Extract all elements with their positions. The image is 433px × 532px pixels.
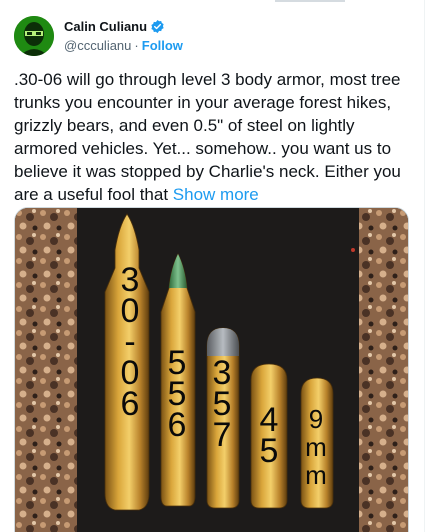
timeline-border — [424, 0, 425, 532]
verified-badge-icon — [150, 19, 165, 34]
avatar[interactable] — [14, 16, 54, 56]
caliber-label-357: 3 5 7 — [205, 356, 239, 452]
caliber-text: 3 0 - 0 6 — [120, 261, 140, 423]
caliber-label-45: 4 5 — [252, 403, 286, 468]
caliber-text: 5 5 6 — [167, 344, 187, 444]
display-name-row: Calin Culianu — [64, 18, 183, 36]
author-handle[interactable]: @ccculianu — [64, 37, 131, 55]
separator-dot: · — [134, 37, 139, 53]
follow-button[interactable]: Follow — [142, 37, 183, 55]
caliber-text: 3 5 7 — [212, 354, 232, 454]
handle-row: @ccculianu · Follow — [64, 37, 183, 55]
tweet-text: .30-06 will go through level 3 body armo… — [14, 68, 422, 206]
caliber-label-9mm: 9 m m — [301, 405, 331, 489]
author-names: Calin Culianu @ccculianu · Follow — [64, 18, 183, 55]
divider — [275, 0, 345, 2]
tweet-media-photo[interactable]: 3 0 - 0 6 5 5 6 3 5 7 4 5 9 m m — [14, 207, 409, 532]
caliber-label-30-06: 3 0 - 0 6 — [113, 263, 147, 421]
show-more-link[interactable]: Show more — [173, 185, 259, 204]
previous-tweet-edge — [0, 0, 433, 6]
caliber-text: 9 m m — [305, 404, 327, 490]
author-display-name[interactable]: Calin Culianu — [64, 18, 147, 36]
caliber-text: 4 5 — [259, 401, 279, 470]
caliber-label-556: 5 5 6 — [159, 346, 195, 442]
tweet-header: Calin Culianu @ccculianu · Follow — [14, 14, 183, 58]
tweet-body: .30-06 will go through level 3 body armo… — [14, 70, 401, 204]
